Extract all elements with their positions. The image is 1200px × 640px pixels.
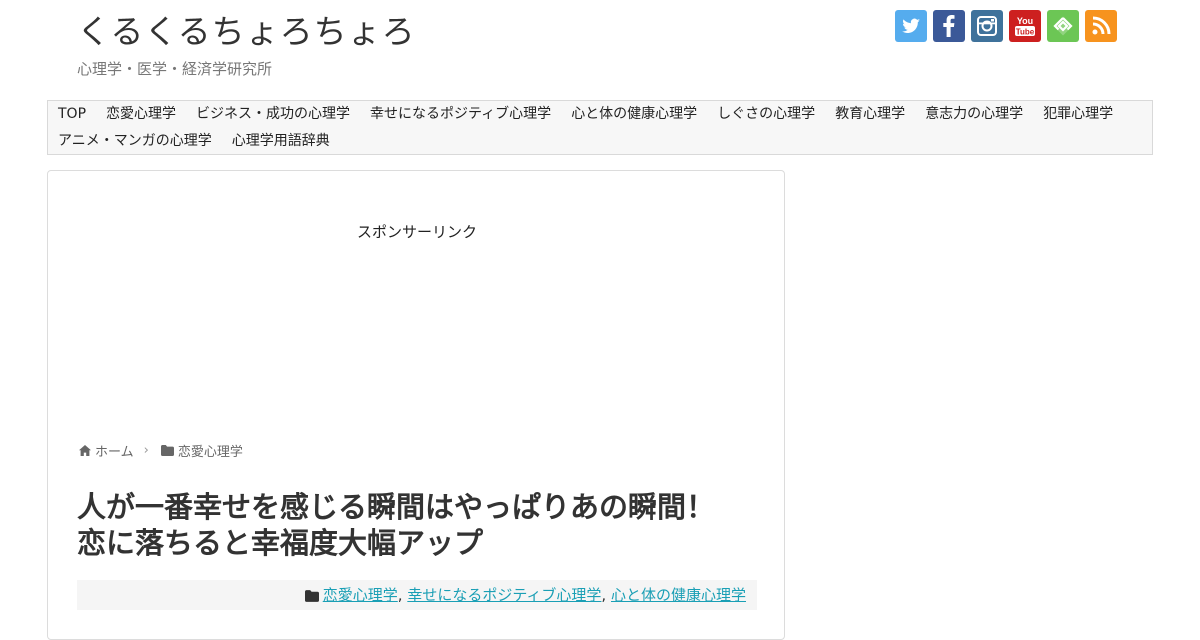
chevron-right-icon: › [143,443,149,458]
nav-item-crime[interactable]: 犯罪心理学 [1033,101,1123,128]
svg-text:You: You [1017,16,1033,26]
facebook-icon[interactable] [933,10,965,42]
nav-item-dictionary[interactable]: 心理学用語辞典 [222,128,340,155]
twitter-icon[interactable] [895,10,927,42]
folder-icon [304,589,319,602]
rss-icon[interactable] [1085,10,1117,42]
category-separator: , [397,586,403,604]
nav-item-positive[interactable]: 幸せになるポジティブ心理学 [360,101,561,128]
folder-icon [160,445,174,456]
post-title-line2: 恋に落ちると幸福度大幅アップ [77,526,484,560]
category-link-love[interactable]: 恋愛心理学 [323,586,398,604]
home-icon [79,445,91,456]
site-description: 心理学・医学・経済学研究所 [77,60,273,78]
social-links: You Tube [895,10,1117,42]
category-link-health[interactable]: 心と体の健康心理学 [611,586,746,604]
post-categories: 恋愛心理学, 幸せになるポジティブ心理学, 心と体の健康心理学 [77,580,757,610]
nav-item-education[interactable]: 教育心理学 [825,101,915,128]
breadcrumb-category[interactable]: 恋愛心理学 [178,441,243,460]
svg-text:Tube: Tube [1016,27,1035,36]
nav-item-health[interactable]: 心と体の健康心理学 [561,101,707,128]
breadcrumb-home[interactable]: ホーム [95,441,134,460]
nav-item-willpower[interactable]: 意志力の心理学 [915,101,1033,128]
global-nav: TOP 恋愛心理学 ビジネス・成功の心理学 幸せになるポジティブ心理学 心と体の… [47,100,1153,155]
nav-item-gesture[interactable]: しぐさの心理学 [707,101,825,128]
nav-item-love[interactable]: 恋愛心理学 [96,101,186,128]
category-link-positive[interactable]: 幸せになるポジティブ心理学 [407,586,601,604]
instagram-icon[interactable] [971,10,1003,42]
nav-item-top[interactable]: TOP [48,101,96,128]
article-card: スポンサーリンク ホーム › 恋愛心理学 人が一番幸せを感じる瞬間はやっぱりあの… [47,170,785,640]
breadcrumb: ホーム › 恋愛心理学 [79,441,243,460]
feedly-icon[interactable] [1047,10,1079,42]
nav-row: TOP 恋愛心理学 ビジネス・成功の心理学 幸せになるポジティブ心理学 心と体の… [48,101,1123,128]
category-separator: , [601,586,607,604]
sponsor-label: スポンサーリンク [356,223,477,241]
nav-item-business[interactable]: ビジネス・成功の心理学 [186,101,360,128]
post-title-line1: 人が一番幸せを感じる瞬間はやっぱりあの瞬間！ [77,490,716,524]
youtube-icon[interactable]: You Tube [1009,10,1041,42]
nav-item-anime[interactable]: アニメ・マンガの心理学 [48,128,222,155]
site-title[interactable]: くるくるちょろちょろ [77,10,416,54]
nav-row: アニメ・マンガの心理学 心理学用語辞典 [48,128,340,155]
post-title: 人が一番幸せを感じる瞬間はやっぱりあの瞬間！ 恋に落ちると幸福度大幅アップ [77,489,767,561]
